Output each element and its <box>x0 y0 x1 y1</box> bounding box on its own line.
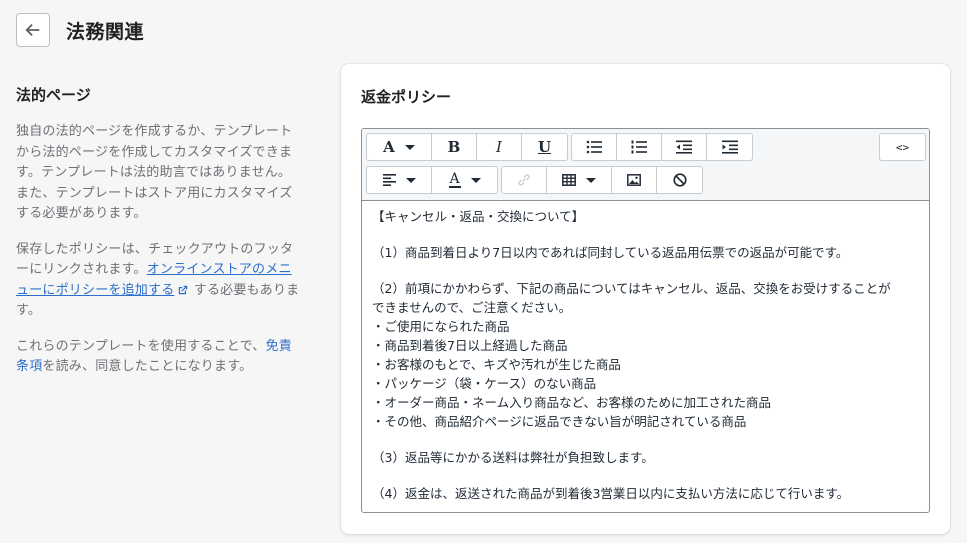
alignment-color-group: A <box>366 166 498 194</box>
page-title: 法務関連 <box>66 21 145 43</box>
card-title: 返金ポリシー <box>361 88 452 106</box>
arrow-left-icon <box>25 23 40 37</box>
font-style-dropdown[interactable]: A <box>367 134 432 160</box>
list-item: ・パッケージ（袋・ケース）のない商品 <box>372 376 597 391</box>
editor-content[interactable]: 【キャンセル・返品・交換について】 （1）商品到着日より7日以内であれば同封して… <box>362 201 929 503</box>
align-left-icon <box>382 174 396 186</box>
disclaimer-after: を読み、同意したことになります。 <box>42 359 253 374</box>
rich-text-editor[interactable]: A B I U <> A 【キャンセル・返品・交換について】 （1）商品到着日よ… <box>361 128 930 513</box>
text-color-icon: A <box>448 170 461 188</box>
policy-paragraph-2-line-1: （2）前項にかかわらず、下記の商品についてはキャンセル、返品、交換をお受けするこ… <box>372 281 891 296</box>
list-item: ・オーダー商品・ネーム入り商品など、お客様のために加工された商品 <box>372 395 772 410</box>
list-group <box>571 133 753 161</box>
text-format-group: A B I U <box>366 133 568 161</box>
external-link-icon <box>179 285 188 294</box>
numbered-list-button[interactable] <box>617 134 662 160</box>
numbered-list-icon <box>631 140 647 154</box>
bulleted-list-button[interactable] <box>572 134 617 160</box>
section-heading: 法的ページ <box>16 86 91 104</box>
policy-paragraph-2-line-2: できませんので、ご注意ください。 <box>372 300 572 315</box>
text-color-dropdown[interactable]: A <box>432 167 497 193</box>
link-button[interactable] <box>502 167 547 193</box>
back-button[interactable] <box>16 13 50 47</box>
policy-paragraph-1: （1）商品到着日より7日以内であれば同封している返品用伝票での返品が可能です。 <box>372 245 849 260</box>
sidebar-description: 法的ページ 独自の法的ページを作成するか、テンプレートから法的ページを作成してカ… <box>16 84 300 393</box>
image-icon <box>627 174 641 186</box>
list-item: ・その他、商品紹介ページに返品できない旨が明記されている商品 <box>372 414 747 429</box>
list-item: ・お客様のもとで、キズや汚れが生じた商品 <box>372 357 621 372</box>
chevron-down-icon <box>586 177 596 183</box>
color-underline <box>448 185 461 188</box>
alignment-dropdown[interactable] <box>367 167 432 193</box>
chevron-down-icon <box>404 144 415 150</box>
chevron-down-icon <box>405 177 416 183</box>
intro-text: 独自の法的ページを作成するか、テンプレートから法的ページを作成してカスタマイズで… <box>16 124 293 221</box>
disclaimer-before: これらのテンプレートを使用することで、 <box>16 338 266 354</box>
policy-heading: 【キャンセル・返品・交換について】 <box>372 209 585 224</box>
clear-format-button[interactable] <box>657 167 702 193</box>
disclaimer-text: これらのテンプレートを使用することで、免責条項を読み、同意したことになります。 <box>16 337 300 378</box>
policy-paragraph-4: （4）返金は、返送された商品が到着後3営業日以内に支払い方法に応じて行います。 <box>372 486 850 501</box>
html-group: <> <box>879 133 926 161</box>
list-item: ・ご使用になられた商品 <box>372 319 510 334</box>
table-icon <box>562 174 576 186</box>
outdent-icon <box>676 140 692 154</box>
html-view-button[interactable]: <> <box>880 134 925 160</box>
table-dropdown[interactable] <box>547 167 612 193</box>
checkout-footer-text: 保存したポリシーは、チェックアウトのフッターにリンクされます。オンラインストアの… <box>16 240 300 322</box>
underline-button[interactable]: U <box>522 134 567 160</box>
indent-button[interactable] <box>707 134 752 160</box>
refund-policy-card: 返金ポリシー A B I U <> A 【キャンセル・返品・交換について】 （1… <box>341 64 950 534</box>
clear-format-icon <box>672 173 687 187</box>
outdent-button[interactable] <box>662 134 707 160</box>
indent-icon <box>721 140 738 154</box>
editor-toolbar: A B I U <> A <box>362 129 929 201</box>
bold-button[interactable]: B <box>432 134 477 160</box>
link-icon <box>518 174 530 186</box>
bulleted-list-icon <box>586 140 602 154</box>
chevron-down-icon <box>470 177 481 183</box>
insert-group <box>501 166 703 194</box>
insert-image-button[interactable] <box>612 167 657 193</box>
text-color-label: A <box>449 170 460 187</box>
italic-button[interactable]: I <box>477 134 522 160</box>
list-item: ・商品到着後7日以上経過した商品 <box>372 338 568 353</box>
font-style-label: A <box>383 138 395 156</box>
policy-paragraph-3: （3）返品等にかかる送料は弊社が負担致します。 <box>372 450 654 465</box>
